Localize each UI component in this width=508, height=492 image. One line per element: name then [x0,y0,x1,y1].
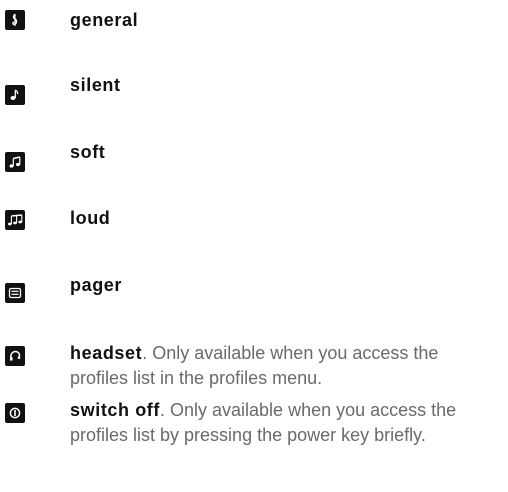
triple-note-icon [5,210,25,230]
power-icon [5,403,25,423]
profile-label: general [70,10,139,30]
treble-clef-icon [5,10,25,30]
profile-label: switch off [70,400,160,420]
profile-label: headset [70,343,143,363]
double-note-icon [5,152,25,172]
profile-label: soft [70,142,106,162]
profile-label: silent [70,75,121,95]
profile-label: loud [70,208,111,228]
profile-description: headset. Only available when you access … [70,341,495,391]
single-note-icon [5,85,25,105]
profile-label: pager [70,275,123,295]
profile-description: switch off. Only available when you acce… [70,398,495,448]
headset-icon [5,346,25,366]
pager-icon [5,283,25,303]
